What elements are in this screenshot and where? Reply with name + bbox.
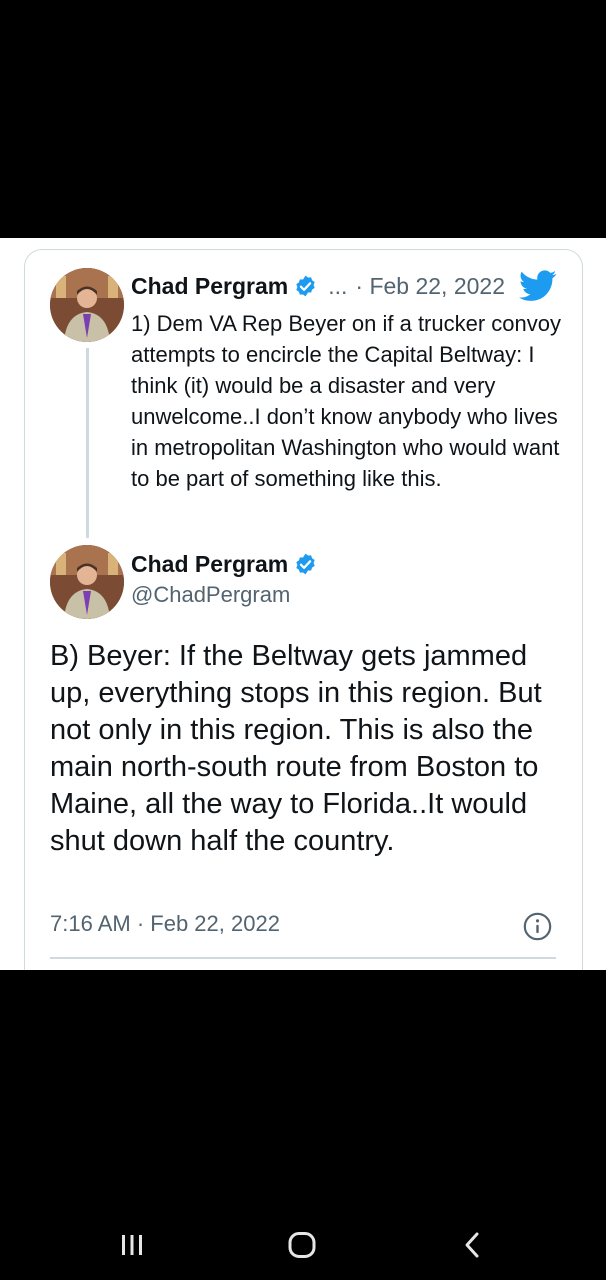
- twitter-bird-icon[interactable]: [519, 270, 557, 302]
- thread-line: [86, 348, 89, 538]
- author-handle[interactable]: @ChadPergram: [131, 582, 290, 608]
- more-ellipsis[interactable]: ...: [328, 273, 347, 300]
- divider: [50, 957, 556, 959]
- main-tweet-header: Chad Pergram: [131, 551, 318, 578]
- avatar[interactable]: [50, 268, 124, 342]
- main-tweet-text: B) Beyer: If the Beltway gets jammed up,…: [50, 640, 542, 857]
- quoted-tweet-text: 1) Dem VA Rep Beyer on if a trucker conv…: [131, 311, 561, 491]
- top-black-area: [0, 0, 606, 238]
- author-name[interactable]: Chad Pergram: [131, 273, 288, 300]
- home-icon[interactable]: [282, 1228, 322, 1262]
- info-icon[interactable]: [523, 912, 552, 941]
- avatar[interactable]: [50, 545, 124, 619]
- back-icon[interactable]: [452, 1228, 492, 1262]
- recents-icon[interactable]: [112, 1228, 152, 1262]
- verified-badge-icon: [293, 552, 318, 577]
- tweet-date[interactable]: · Feb 22, 2022: [355, 273, 505, 300]
- verified-badge-icon: [293, 274, 318, 299]
- author-name[interactable]: Chad Pergram: [131, 551, 288, 578]
- tweet-timestamp[interactable]: 7:16 AM · Feb 22, 2022: [50, 911, 280, 937]
- quoted-tweet-header: Chad Pergram ... · Feb 22, 2022: [131, 273, 505, 300]
